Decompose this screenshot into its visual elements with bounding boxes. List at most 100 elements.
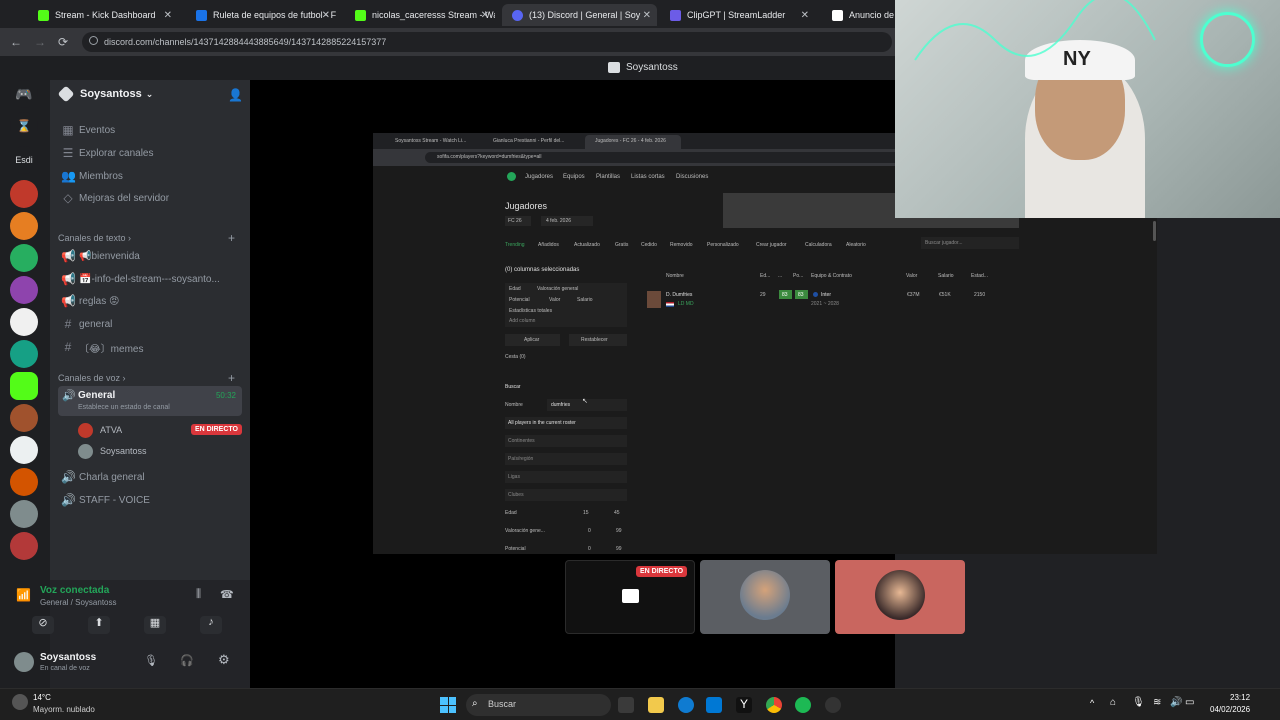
server-icon[interactable] xyxy=(10,308,38,336)
server-icon[interactable] xyxy=(10,404,38,432)
voice-channel-general[interactable]: 🔊 General 50:32 Establece un estado de c… xyxy=(58,386,242,416)
yahoo-icon[interactable]: Y xyxy=(736,697,752,713)
menu-mejoras[interactable]: ◇ Mejoras del servidor xyxy=(58,188,242,208)
server-icon[interactable] xyxy=(10,212,38,240)
avatar xyxy=(78,423,93,438)
browser-tab-ruleta[interactable]: Ruleta de equipos de futbol - F ✕ xyxy=(186,4,336,26)
server-icon[interactable] xyxy=(10,180,38,208)
server-icon[interactable] xyxy=(10,500,38,528)
player-name: D. Dumfries xyxy=(666,292,693,298)
spotify-icon[interactable] xyxy=(795,697,811,713)
menu-explorar[interactable]: ☰ Explorar canales xyxy=(58,143,242,163)
announcement-icon: 📢 xyxy=(61,294,76,308)
battery-icon[interactable]: ▭ xyxy=(1185,697,1194,708)
clock-time[interactable]: 23:12 xyxy=(1230,693,1250,702)
browser-tab-discord[interactable]: (13) Discord | General | Soy ✕ xyxy=(502,4,657,26)
file-explorer-icon[interactable] xyxy=(648,697,664,713)
chip: Edad xyxy=(509,286,521,292)
browser-tab-kick[interactable]: Stream - Kick Dashboard ✕ xyxy=(28,4,178,26)
live-badge: EN DIRECTO xyxy=(636,566,688,577)
browser-tab-anuncio[interactable]: Anuncio de las xyxy=(822,4,895,26)
subnav-link: Personalizado xyxy=(707,242,739,248)
monitor-icon xyxy=(622,589,639,603)
mic-tray-icon[interactable]: 🎙 xyxy=(1132,697,1145,708)
channel-bienvenida[interactable]: 📢 📢bienvenida xyxy=(58,246,242,266)
chrome-icon[interactable] xyxy=(766,697,782,713)
filter-label: País/región xyxy=(508,456,534,462)
forward-icon[interactable]: → xyxy=(34,35,46,49)
stream-tile[interactable]: EN DIRECTO xyxy=(565,560,695,634)
boost-icon: ◇ xyxy=(63,191,73,205)
discord-home-icon[interactable]: 🎮 xyxy=(10,80,38,108)
voice-user-atva[interactable]: ATVA EN DIRECTO xyxy=(78,422,242,440)
disconnect-icon[interactable]: ☎ xyxy=(220,588,234,601)
channel-reglas[interactable]: 📢 reglas 😡 xyxy=(58,291,242,311)
add-channel-icon[interactable]: + xyxy=(228,371,235,385)
obs-icon[interactable] xyxy=(825,697,841,713)
close-icon[interactable]: ✕ xyxy=(481,10,489,21)
activities-icon[interactable]: ▦ xyxy=(144,616,166,634)
headphones-icon[interactable]: 🎧 xyxy=(180,654,194,667)
close-icon[interactable]: ✕ xyxy=(164,10,172,21)
close-icon[interactable]: ✕ xyxy=(643,10,651,21)
menu-eventos[interactable]: ▦ Eventos xyxy=(58,120,242,140)
category-text[interactable]: Canales de texto › xyxy=(58,233,131,243)
hourglass-icon[interactable]: ⌛ xyxy=(10,112,38,140)
chevron-up-icon[interactable]: ^ xyxy=(1090,698,1094,708)
server-icon[interactable] xyxy=(10,436,38,464)
microphone-icon[interactable]: 🎙 xyxy=(144,654,158,667)
reload-icon[interactable]: ⟳ xyxy=(58,35,68,49)
user-panel: 📶 Voz conectada General / Soysantoss ⫼ ☎… xyxy=(14,580,250,688)
gear-icon[interactable]: ⚙ xyxy=(218,652,230,668)
subnav-link: Removido xyxy=(670,242,693,248)
clock-date[interactable]: 04/02/2026 xyxy=(1210,705,1250,714)
server-header[interactable]: Soysantoss ⌄ xyxy=(57,85,153,103)
category-voice[interactable]: Canales de voz › xyxy=(58,373,126,383)
server-icon[interactable] xyxy=(10,468,38,496)
browser-tab-clipgpt[interactable]: ClipGPT | StreamLadder ✕ xyxy=(660,4,815,26)
volume-icon[interactable]: 🔊 xyxy=(1170,697,1182,708)
voice-user-name: ATVA xyxy=(100,425,123,435)
participant-tile[interactable] xyxy=(700,560,830,634)
add-channel-icon[interactable]: + xyxy=(228,231,235,245)
windows-start-icon[interactable] xyxy=(440,697,456,713)
server-icon[interactable] xyxy=(10,532,38,560)
add-member-icon[interactable]: 👤 xyxy=(228,88,243,102)
channel-info[interactable]: 📢 📅-info-del-stream---soysanto... xyxy=(58,269,242,289)
close-icon[interactable]: ✕ xyxy=(801,10,809,21)
camera-off-icon[interactable]: ⊘ xyxy=(32,616,54,634)
back-icon[interactable]: ← xyxy=(10,35,22,49)
taskbar-search[interactable]: ⌕ Buscar xyxy=(466,694,611,716)
server-esdi[interactable]: Esdi xyxy=(10,146,38,174)
menu-miembros[interactable]: 👥 Miembros xyxy=(58,166,242,186)
close-icon[interactable]: ✕ xyxy=(322,10,330,21)
url-input[interactable]: discord.com/channels/1437142884443885649… xyxy=(82,32,892,52)
task-view-icon[interactable] xyxy=(618,697,634,713)
weather-icon[interactable] xyxy=(12,694,28,710)
server-icon[interactable] xyxy=(10,340,38,368)
channel-memes[interactable]: # 〔😂〕memes xyxy=(58,337,242,357)
noise-suppression-icon[interactable]: ⫼ xyxy=(196,588,201,601)
server-icon[interactable] xyxy=(10,244,38,272)
screen-share-icon[interactable]: ⬆ xyxy=(88,616,110,634)
store-icon[interactable] xyxy=(706,697,722,713)
chip: Valor xyxy=(549,297,561,303)
voice-channel-staff[interactable]: 🔊 STAFF - VOICE xyxy=(58,490,242,510)
server-icon[interactable] xyxy=(10,276,38,304)
range-label: Valoración gene... xyxy=(505,528,545,534)
channel-general[interactable]: # general xyxy=(58,314,242,334)
channel-status-input[interactable]: Establece un estado de canal xyxy=(78,404,170,411)
avatar xyxy=(875,570,925,620)
voice-user-soysantoss[interactable]: Soysantoss xyxy=(78,443,242,461)
player-team: Inter xyxy=(821,292,832,298)
avatar[interactable] xyxy=(14,652,34,672)
participant-tile[interactable] xyxy=(835,560,965,634)
voice-channel-charla[interactable]: 🔊 Charla general xyxy=(58,467,242,487)
edge-icon[interactable] xyxy=(678,697,694,713)
network-icon[interactable]: ⌂ xyxy=(1110,697,1116,708)
browser-tab-nicolas[interactable]: nicolas_caceresss Stream - Wat ✕ xyxy=(345,4,495,26)
site-info-icon[interactable] xyxy=(89,36,98,45)
soundboard-icon[interactable]: ♪ xyxy=(200,616,222,634)
server-icon[interactable] xyxy=(10,372,38,400)
wifi-icon[interactable]: ≋ xyxy=(1153,697,1161,708)
